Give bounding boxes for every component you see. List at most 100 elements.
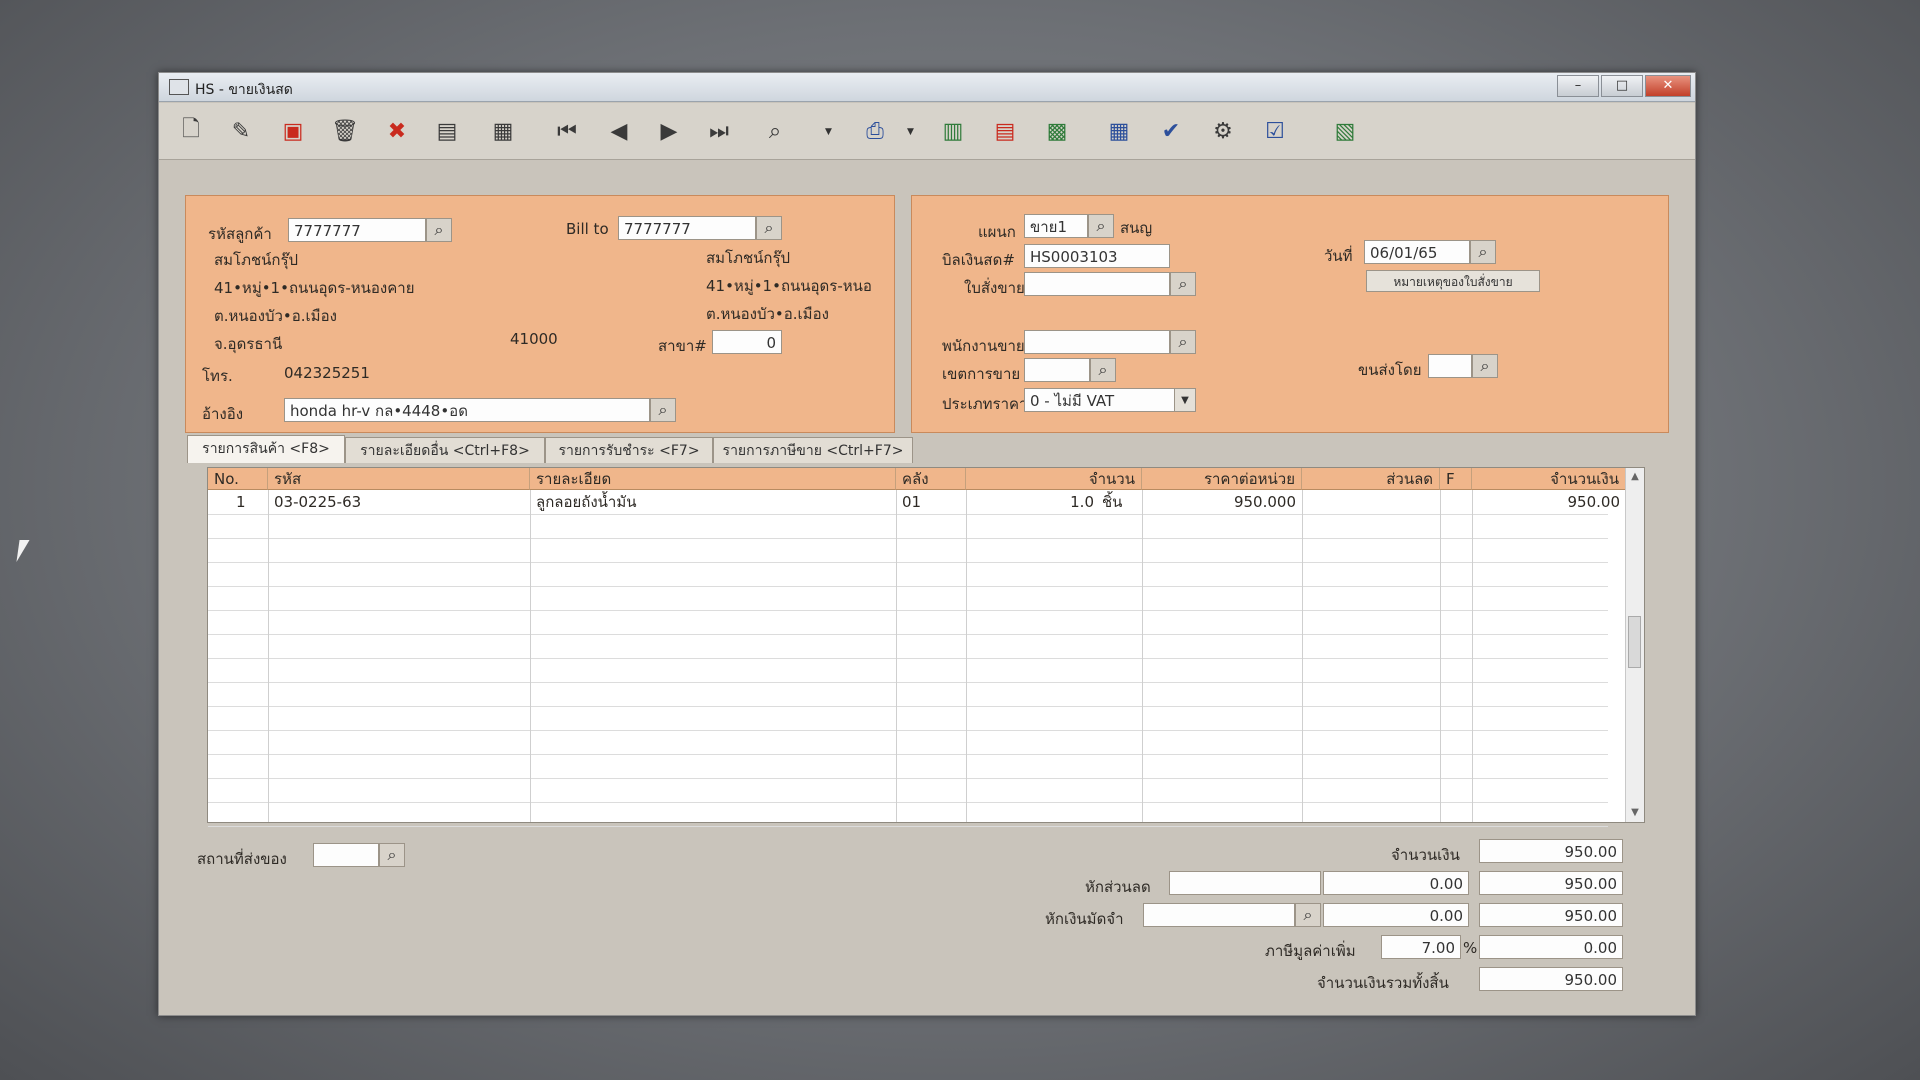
discount-value-input[interactable]: 0.00 bbox=[1323, 871, 1469, 895]
row-amount: 950.00 bbox=[1567, 493, 1621, 511]
row-quantity: 1.0 bbox=[1070, 493, 1094, 511]
search-icon[interactable]: ⌕ bbox=[1472, 354, 1498, 378]
column-header: F bbox=[1440, 468, 1472, 490]
maximize-button[interactable]: □ bbox=[1601, 75, 1643, 97]
sales-window: HS - ขายเงินสด – □ ✕ 🗋 ✎ ▣ 🗑 ✖ ▤ ▦ ⏮ ◀ ▶… bbox=[158, 72, 1696, 1016]
search-doc-icon[interactable]: ⌕ bbox=[759, 115, 791, 147]
column-divider bbox=[966, 490, 967, 822]
items-table[interactable]: No. รหัส รายละเอียด คลัง จำนวน ราคาต่อหน… bbox=[207, 467, 1645, 827]
books-icon[interactable]: ▦ bbox=[487, 115, 519, 147]
title-bar: HS - ขายเงินสด – □ ✕ bbox=[159, 73, 1695, 102]
reference-input[interactable]: honda hr-v กล•4448•อด bbox=[284, 398, 650, 422]
column-divider bbox=[1302, 490, 1303, 822]
bill-to-input[interactable]: 7777777 bbox=[618, 216, 756, 240]
search-dropdown-icon[interactable]: ▼ bbox=[825, 127, 832, 137]
customer-code-input[interactable]: 7777777 bbox=[288, 218, 426, 242]
sales-order-input[interactable] bbox=[1024, 272, 1170, 296]
column-header: จำนวน bbox=[966, 468, 1142, 490]
phone-value: 042325251 bbox=[284, 364, 370, 382]
edit-icon[interactable]: ✎ bbox=[225, 115, 257, 147]
new-doc-icon[interactable]: 🗋 bbox=[175, 115, 207, 147]
mouse-cursor bbox=[16, 540, 30, 562]
approve-icon[interactable]: ✔ bbox=[1155, 115, 1187, 147]
last-record-icon[interactable]: ⏭ bbox=[703, 115, 735, 147]
row-divider bbox=[208, 754, 1608, 755]
department-name: สนญ bbox=[1120, 219, 1153, 237]
vat-rate-input[interactable]: 7.00 bbox=[1381, 935, 1461, 959]
tab-sales-tax[interactable]: รายการภาษีขาย <Ctrl+F7> bbox=[713, 437, 913, 463]
next-record-icon[interactable]: ▶ bbox=[653, 115, 685, 147]
order-note-button[interactable]: หมายเหตุของใบสั่งขาย bbox=[1366, 270, 1540, 292]
column-divider bbox=[1142, 490, 1143, 822]
row-no: 1 bbox=[236, 493, 246, 511]
search-icon[interactable]: ⌕ bbox=[1295, 903, 1321, 927]
scroll-down-icon[interactable]: ▼ bbox=[1626, 804, 1644, 822]
percent-sign: % bbox=[1463, 939, 1478, 957]
report-icon[interactable]: ▥ bbox=[937, 115, 969, 147]
tab-payments[interactable]: รายการรับชำระ <F7> bbox=[545, 437, 713, 463]
previous-record-icon[interactable]: ◀ bbox=[603, 115, 635, 147]
price-type-select[interactable]: 0 - ไม่มี VAT ▼ bbox=[1024, 388, 1196, 412]
chevron-down-icon[interactable]: ▼ bbox=[1174, 389, 1195, 411]
close-window-button[interactable]: ✕ bbox=[1645, 75, 1691, 97]
scroll-up-icon[interactable]: ▲ bbox=[1626, 468, 1644, 486]
search-icon[interactable]: ⌕ bbox=[1088, 214, 1114, 238]
search-icon[interactable]: ⌕ bbox=[1170, 272, 1196, 296]
sales-zone-label: เขตการขาย bbox=[942, 365, 1021, 383]
calendar-search-icon[interactable]: ⌕ bbox=[1470, 240, 1496, 264]
link-icon[interactable]: ⚙ bbox=[1207, 115, 1239, 147]
search-icon[interactable]: ⌕ bbox=[379, 843, 405, 867]
date-label: วันที่ bbox=[1324, 247, 1353, 265]
customer-address-2: ต.หนองบัว•อ.เมือง bbox=[214, 307, 337, 325]
tab-items[interactable]: รายการสินค้า <F8> bbox=[187, 435, 345, 463]
bill-to-address-2: ต.หนองบัว•อ.เมือง bbox=[706, 305, 829, 323]
print-dropdown-icon[interactable]: ▼ bbox=[907, 127, 914, 137]
first-record-icon[interactable]: ⏮ bbox=[551, 115, 583, 147]
deposit-value-input[interactable]: 0.00 bbox=[1323, 903, 1469, 927]
search-icon[interactable]: ⌕ bbox=[1170, 330, 1196, 354]
export-icon[interactable]: ▧ bbox=[1329, 115, 1361, 147]
branch-label: สาขา# bbox=[658, 337, 707, 355]
ship-by-input[interactable] bbox=[1428, 354, 1472, 378]
column-header: ราคาต่อหน่วย bbox=[1142, 468, 1302, 490]
bill-number-label: บิลเงินสด# bbox=[942, 251, 1015, 269]
branch-input[interactable]: 0 bbox=[712, 330, 782, 354]
trash-icon[interactable]: 🗑 bbox=[329, 115, 361, 147]
search-icon[interactable]: ⌕ bbox=[1090, 358, 1116, 382]
void-icon[interactable]: ▣ bbox=[277, 115, 309, 147]
so-icon[interactable]: ▩ bbox=[1041, 115, 1073, 147]
amount-input: 950.00 bbox=[1479, 839, 1623, 863]
search-icon[interactable]: ⌕ bbox=[426, 218, 452, 242]
search-icon[interactable]: ⌕ bbox=[650, 398, 676, 422]
cancel-icon[interactable]: ✖ bbox=[381, 115, 413, 147]
bill-to-name: สมโภชน์กรุ๊ป bbox=[706, 249, 791, 267]
column-divider bbox=[896, 490, 897, 822]
window-title: HS - ขายเงินสด bbox=[195, 82, 293, 98]
vertical-scrollbar[interactable]: ▲ ▼ bbox=[1625, 468, 1644, 822]
bill-number-input[interactable]: HS0003103 bbox=[1024, 244, 1170, 268]
row-divider bbox=[208, 730, 1608, 731]
sales-zone-input[interactable] bbox=[1024, 358, 1090, 382]
scroll-thumb[interactable] bbox=[1628, 616, 1641, 668]
date-input[interactable]: 06/01/65 bbox=[1364, 240, 1470, 264]
form-icon[interactable]: ▤ bbox=[989, 115, 1021, 147]
department-input[interactable]: ขาย1 bbox=[1024, 214, 1088, 238]
row-code: 03-0225-63 bbox=[274, 493, 362, 511]
row-divider bbox=[208, 826, 1608, 827]
discount-text-input[interactable] bbox=[1169, 871, 1321, 895]
calendar-icon[interactable]: ▦ bbox=[1103, 115, 1135, 147]
tab-other-details[interactable]: รายละเอียดอื่น <Ctrl+F8> bbox=[345, 437, 545, 463]
minimize-button[interactable]: – bbox=[1557, 75, 1599, 97]
ok-icon[interactable]: ☑ bbox=[1259, 115, 1291, 147]
ship-place-input[interactable] bbox=[313, 843, 379, 867]
after-deposit-input: 950.00 bbox=[1479, 903, 1623, 927]
printer-icon[interactable]: ⎙ bbox=[859, 115, 891, 147]
save-icon[interactable]: ▤ bbox=[431, 115, 463, 147]
column-header: รหัส bbox=[268, 468, 530, 490]
search-icon[interactable]: ⌕ bbox=[756, 216, 782, 240]
row-unit: ชิ้น bbox=[1102, 493, 1123, 511]
row-warehouse: 01 bbox=[902, 493, 922, 511]
grand-total-input: 950.00 bbox=[1479, 967, 1623, 991]
deposit-text-input[interactable] bbox=[1143, 903, 1295, 927]
salesman-input[interactable] bbox=[1024, 330, 1170, 354]
